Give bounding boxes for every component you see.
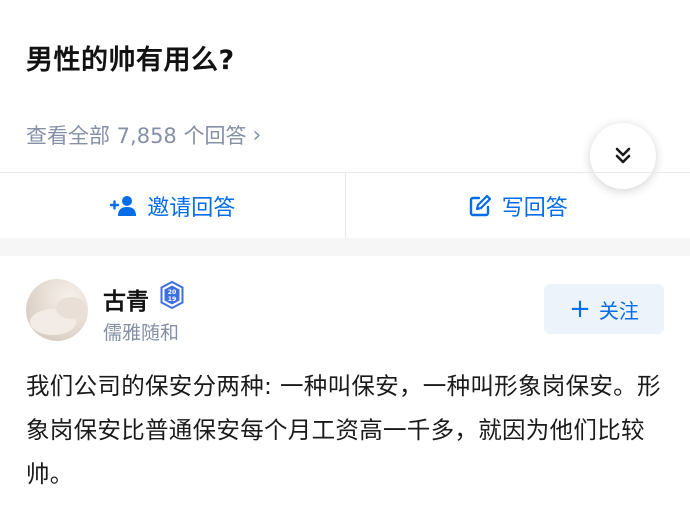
question-action-bar: 邀请回答 写回答: [0, 172, 690, 239]
double-chevron-down-icon: [615, 147, 631, 164]
answer-content[interactable]: 我们公司的保安分两种: 一种叫保安，一种叫形象岗保安。形象岗保安比普通保安每个月…: [26, 364, 666, 496]
invite-answer-button[interactable]: 邀请回答: [0, 173, 346, 239]
svg-text:19: 19: [168, 296, 177, 303]
avatar[interactable]: [26, 279, 88, 341]
author-bio: 儒雅随和: [103, 322, 180, 344]
invite-answer-label: 邀请回答: [147, 196, 236, 221]
follow-button[interactable]: + 关注: [544, 284, 664, 334]
year-badge-icon: 20 19: [160, 281, 184, 309]
follow-label: 关注: [598, 298, 639, 323]
view-all-answers-link[interactable]: 查看全部 7,858 个回答 ›: [26, 120, 261, 150]
question-title: 男性的帅有用么?: [26, 45, 235, 76]
write-answer-button[interactable]: 写回答: [346, 173, 690, 239]
plus-icon: +: [569, 294, 591, 324]
view-all-label: 查看全部 7,858 个回答: [26, 124, 247, 148]
add-user-icon: [110, 196, 137, 216]
write-answer-label: 写回答: [501, 196, 568, 221]
author-name[interactable]: 古青: [103, 282, 149, 316]
chevron-right-icon: ›: [252, 122, 262, 148]
edit-icon: [469, 194, 491, 217]
section-divider: [0, 238, 690, 256]
